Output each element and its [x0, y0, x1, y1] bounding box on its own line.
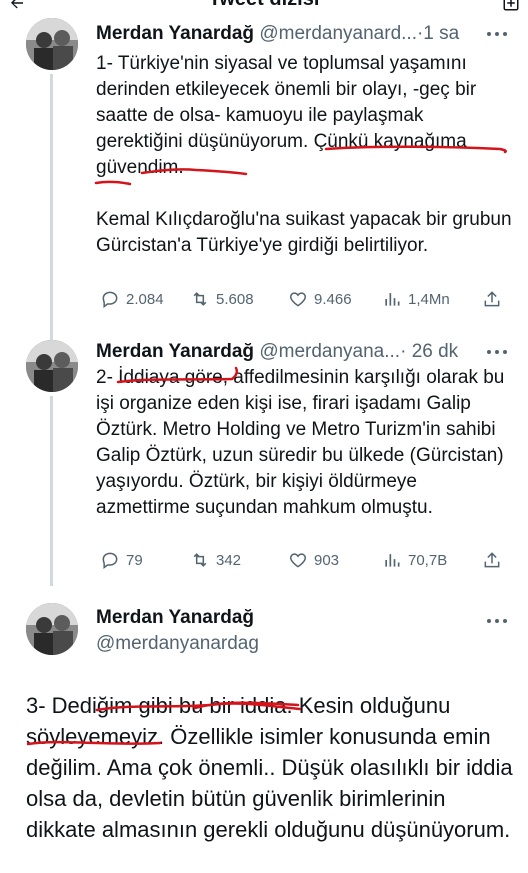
tweet-header: Merdan Yanardağ @merdanyana...· 26 dk [96, 338, 508, 366]
views-count: 1,4Mn [408, 290, 450, 308]
retweet-icon [193, 292, 207, 306]
author-name[interactable]: Merdan Yanardağ [96, 607, 254, 629]
more-icon[interactable] [486, 618, 508, 624]
retweet-button[interactable]: 5.608 [190, 286, 254, 312]
views-icon [385, 554, 400, 567]
like-icon [289, 553, 307, 568]
tweet-text: 1- Türkiye'nin siyasal ve toplumsal yaşa… [96, 51, 514, 259]
views-count: 70,7B [408, 551, 448, 569]
tweet-3[interactable]: Merdan Yanardağ @merdanyanardag 3- Dediğ… [0, 585, 528, 873]
tweet-text: 2- İddiaya göre, affedilmesinin karşılığ… [96, 365, 514, 521]
tweet-text: 3- Dediğim gibi bu bir iddia. Kesin oldu… [26, 690, 514, 845]
tweet-paragraph: 1- Türkiye'nin siyasal ve toplumsal yaşa… [96, 53, 477, 178]
tweet-paragraph: 2- İddiaya göre, affedilmesinin karşılığ… [96, 367, 505, 518]
retweet-count: 342 [216, 551, 242, 569]
reply-icon [102, 291, 118, 308]
like-icon [289, 292, 307, 307]
avatar[interactable] [26, 603, 78, 655]
like-count: 9.466 [314, 290, 352, 308]
tweet-header: Merdan Yanardağ @merdanyanard...·1 sa [96, 20, 508, 48]
action-bar: 79 342 903 70,7B [96, 547, 508, 573]
action-bar: 2.084 5.608 9.466 1,4Mn [96, 286, 508, 312]
retweet-icon [193, 553, 207, 567]
more-icon[interactable] [486, 349, 508, 355]
avatar[interactable] [26, 18, 78, 70]
reply-button[interactable]: 2.084 [100, 286, 164, 312]
avatar[interactable] [26, 340, 78, 392]
separator-dot: · [400, 341, 407, 362]
share-button[interactable] [482, 286, 502, 312]
tweet-paragraph: Kemal Kılıçdaroğlu'na suikast yapacak bi… [96, 209, 512, 256]
like-button[interactable]: 9.466 [288, 286, 352, 312]
more-icon[interactable] [486, 31, 508, 37]
author-handle[interactable]: @merdanyanardag [96, 633, 259, 655]
author-name[interactable]: Merdan Yanardağ [96, 23, 254, 44]
author-handle[interactable]: @merdanyanard... [259, 23, 417, 44]
share-icon [484, 552, 500, 568]
reply-button[interactable]: 79 [100, 547, 143, 573]
retweet-count: 5.608 [216, 290, 254, 308]
views-icon [385, 293, 400, 306]
timestamp[interactable]: 26 dk [412, 341, 458, 362]
views-button[interactable]: 1,4Mn [382, 286, 450, 312]
thread-line [50, 396, 53, 586]
reply-count: 2.084 [126, 290, 164, 308]
share-button[interactable] [482, 547, 502, 573]
tweet-1[interactable]: Merdan Yanardağ @merdanyanard...·1 sa 1-… [0, 0, 528, 340]
share-icon [484, 291, 500, 307]
tweet-2[interactable]: Merdan Yanardağ @merdanyana...· 26 dk 2-… [0, 330, 528, 586]
thread-line [50, 74, 53, 340]
tweet-paragraph: 3- Dediğim gibi bu bir iddia. Kesin oldu… [26, 693, 513, 842]
views-button[interactable]: 70,7B [382, 547, 447, 573]
like-button[interactable]: 903 [288, 547, 339, 573]
author-handle[interactable]: @merdanyana... [259, 341, 400, 362]
reply-icon [102, 552, 118, 569]
author-name[interactable]: Merdan Yanardağ [96, 341, 254, 362]
reply-count: 79 [126, 551, 143, 569]
like-count: 903 [314, 551, 340, 569]
timestamp[interactable]: 1 sa [423, 23, 459, 44]
retweet-button[interactable]: 342 [190, 547, 241, 573]
